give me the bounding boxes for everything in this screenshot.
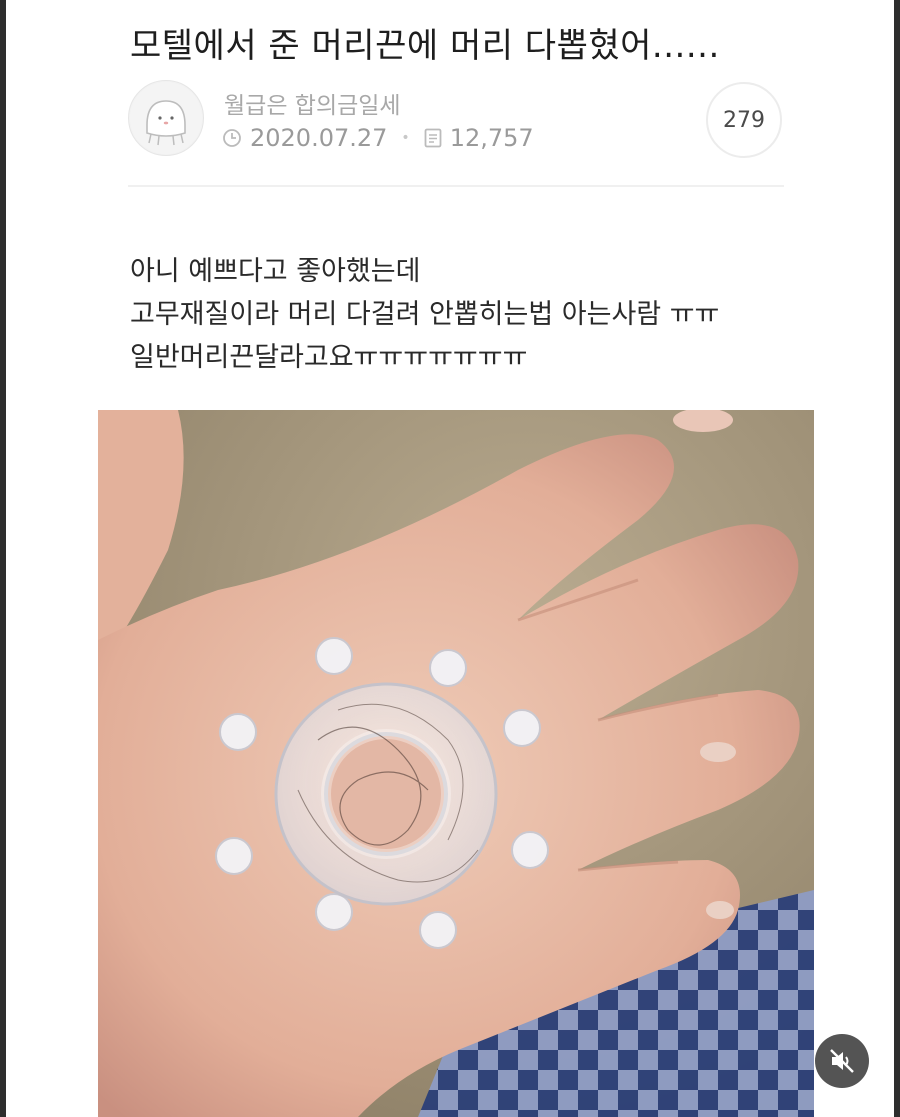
screenshot-page: 모텔에서 준 머리끈에 머리 다뽑혔어...... 월급은 합의금일세 2020… <box>0 0 900 1117</box>
left-frame-edge <box>0 0 6 1117</box>
body-line: 일반머리끈달라고요ㅠㅠㅠㅠㅠㅠㅠ <box>130 342 528 373</box>
author-name[interactable]: 월급은 합의금일세 <box>224 86 401 120</box>
header-divider <box>128 185 784 187</box>
right-frame-edge <box>894 0 900 1117</box>
mute-toggle-button[interactable] <box>815 1034 869 1088</box>
post-photo <box>98 410 814 1117</box>
body-line: 아니 예쁘다고 좋아했는데 <box>130 256 421 287</box>
clock-icon <box>222 128 242 148</box>
cartoon-face-icon <box>130 82 202 154</box>
comment-count-button[interactable]: 279 <box>706 82 782 158</box>
meta-separator: • <box>401 130 410 146</box>
post-date: 2020.07.27 <box>250 124 388 152</box>
body-line: 고무재질이라 머리 다걸려 안뽑히는법 아는사람 ㅠㅠ <box>130 299 720 330</box>
document-icon <box>424 128 442 148</box>
post-body: 아니 예쁘다고 좋아했는데 고무재질이라 머리 다걸려 안뽑히는법 아는사람 ㅠ… <box>130 250 719 379</box>
hand-holding-ring-image <box>98 410 814 1117</box>
post-meta: 2020.07.27 • 12,757 <box>222 124 534 152</box>
speaker-muted-icon <box>830 1049 854 1073</box>
author-avatar[interactable] <box>128 80 204 156</box>
view-count: 12,757 <box>449 124 534 152</box>
comment-count: 279 <box>723 107 765 133</box>
post-title: 모텔에서 준 머리끈에 머리 다뽑혔어...... <box>130 26 720 66</box>
